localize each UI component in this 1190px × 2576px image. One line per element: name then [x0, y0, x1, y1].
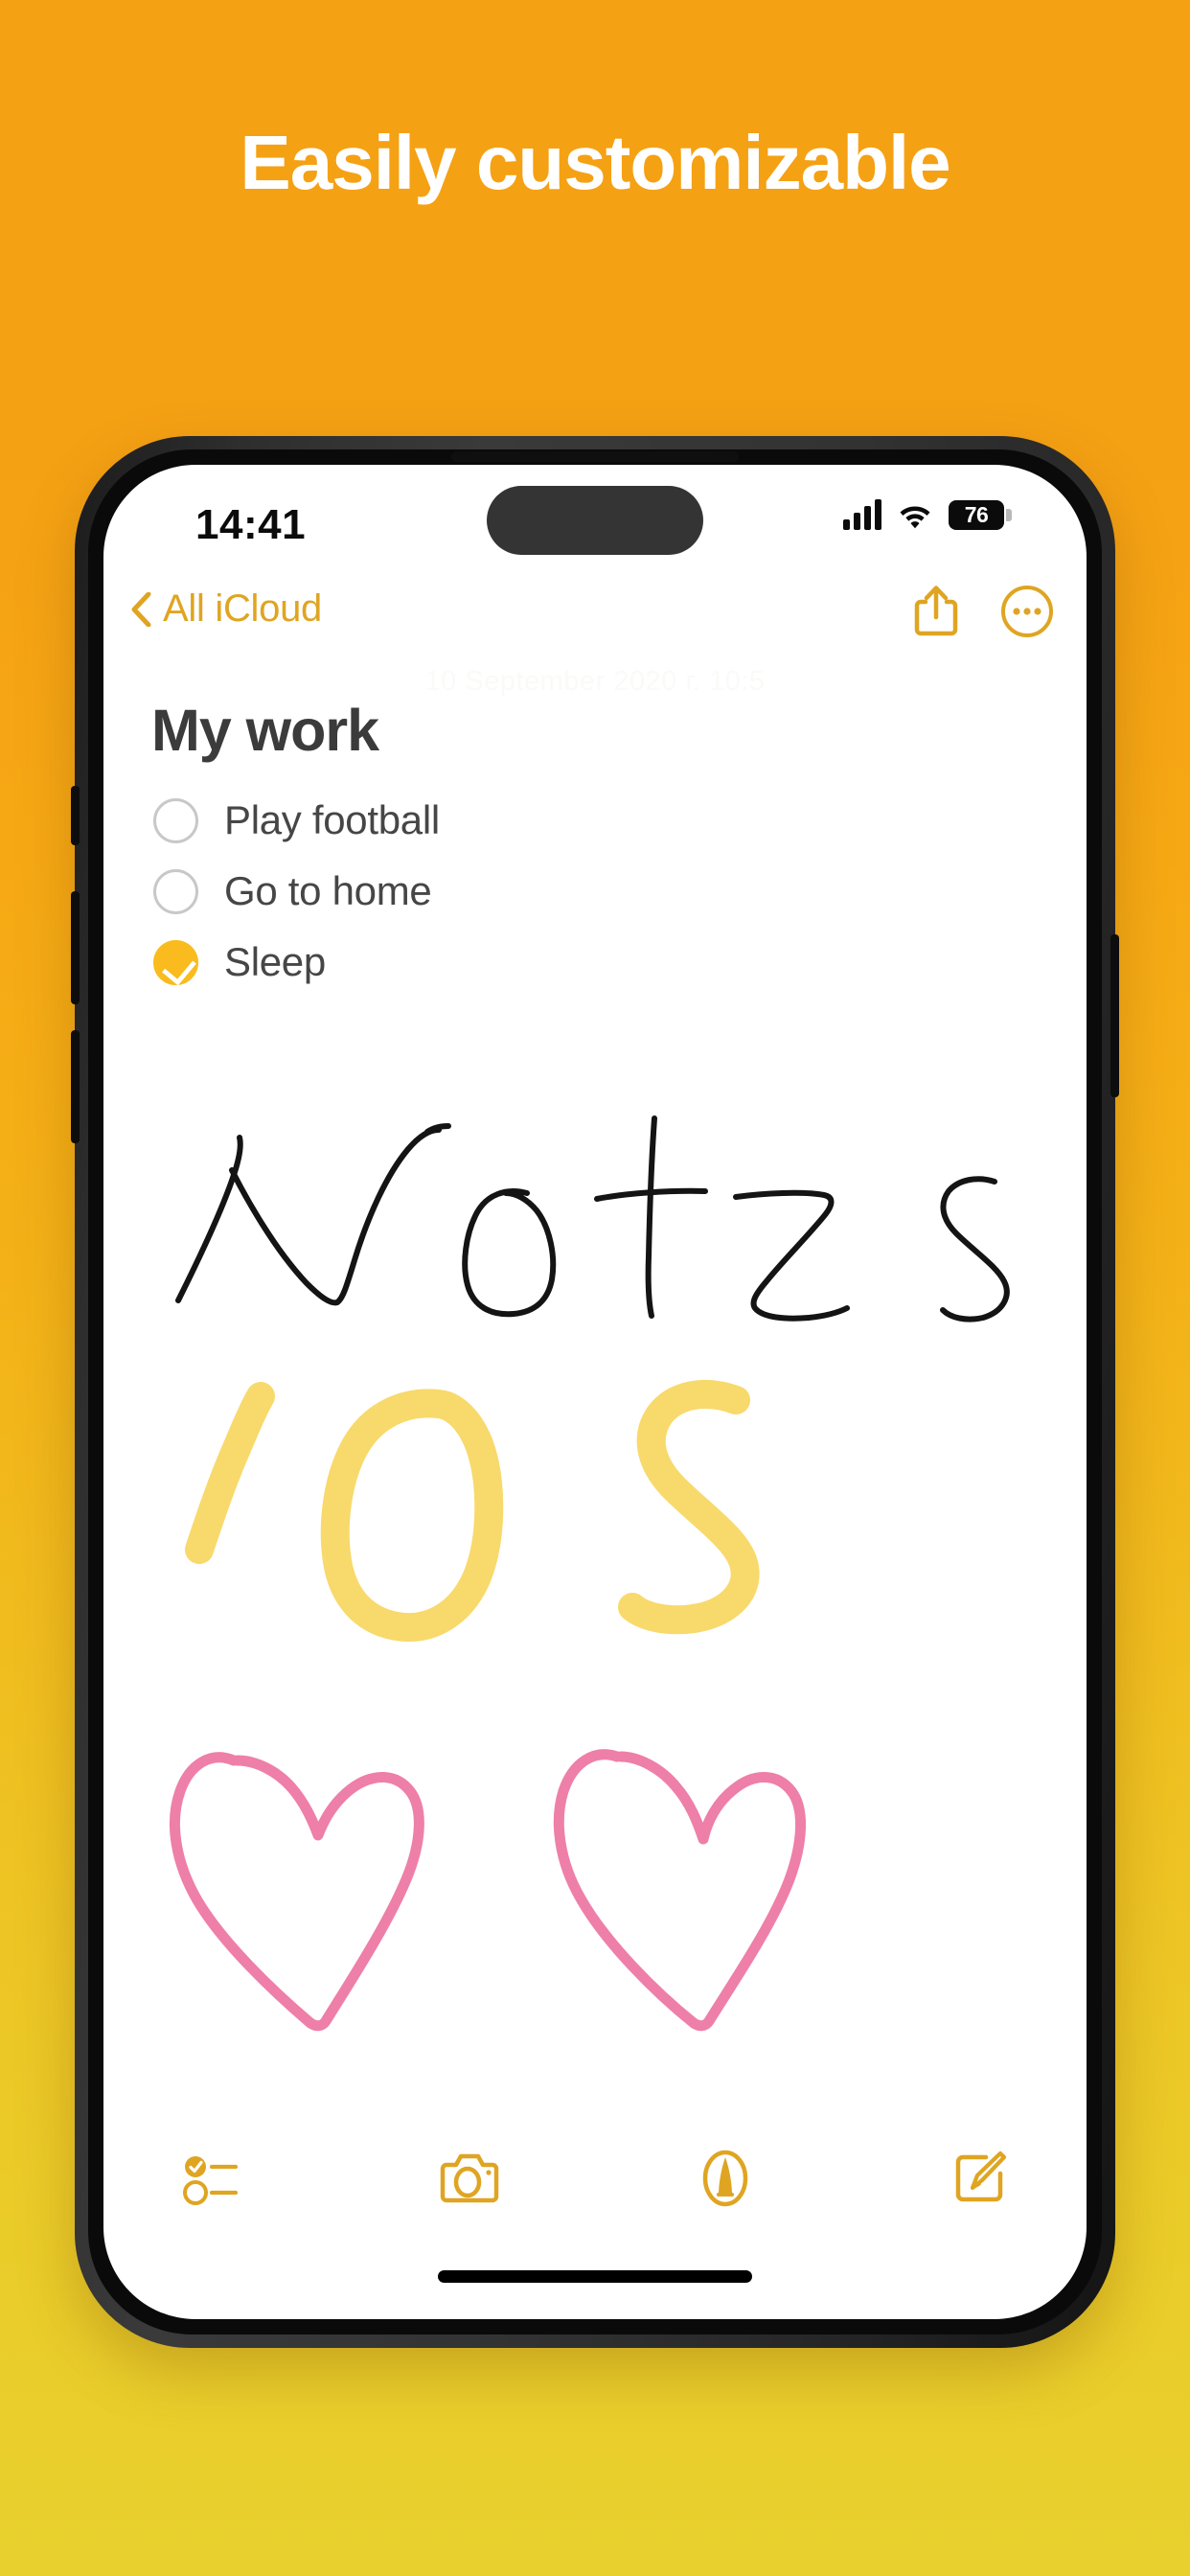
note-checklist: Play football Go to home Sleep	[153, 785, 1087, 998]
phone-mockup: 14:41 76 All iCloud 10 September 2020 г.…	[71, 436, 1119, 2348]
markup-pen-icon[interactable]	[698, 2149, 753, 2208]
battery-icon: 76	[949, 499, 1012, 530]
back-button-label: All iCloud	[163, 587, 322, 630]
earpiece-speaker-slit	[451, 451, 739, 462]
promo-headline: Easily customizable	[240, 120, 950, 205]
battery-level-text: 76	[964, 501, 989, 527]
checklist-row[interactable]: Go to home	[153, 856, 1087, 927]
back-button[interactable]: All iCloud	[130, 587, 322, 631]
chevron-left-icon	[131, 591, 151, 627]
handwritten-heart-right	[553, 1749, 806, 2032]
wifi-icon	[900, 506, 930, 529]
note-content: My work Play football Go to home Sleep	[103, 656, 1087, 998]
share-icon[interactable]	[912, 584, 960, 639]
more-circle-icon[interactable]	[1000, 585, 1054, 638]
checklist-item-label: Sleep	[224, 939, 326, 984]
note-title: My work	[151, 698, 379, 763]
handwritten-heart-left	[169, 1752, 424, 2032]
checkbox-unchecked-icon[interactable]	[153, 797, 198, 843]
checkbox-checked-icon[interactable]	[153, 939, 198, 985]
checklist-icon[interactable]	[182, 2150, 241, 2206]
nav-bar-actions	[912, 584, 1054, 639]
nav-bar: All iCloud	[103, 578, 1087, 656]
mute-switch-button[interactable]	[71, 786, 80, 845]
checklist-row[interactable]: Sleep	[153, 927, 1087, 998]
power-button[interactable]	[1110, 934, 1119, 1097]
checklist-item-label: Go to home	[224, 868, 432, 913]
handwritten-ios-text	[185, 1380, 760, 1642]
note-drawing-canvas	[103, 1078, 1087, 2113]
camera-icon[interactable]	[439, 2150, 500, 2206]
checklist-row[interactable]: Play football	[153, 785, 1087, 856]
home-indicator[interactable]	[438, 2270, 752, 2283]
volume-up-button[interactable]	[71, 891, 80, 1004]
dynamic-island	[487, 486, 703, 555]
volume-down-button[interactable]	[71, 1030, 80, 1143]
status-bar-time: 14:41	[195, 501, 307, 548]
handwritten-notes-text	[175, 1116, 1010, 1322]
status-bar: 14:41 76	[103, 465, 1087, 578]
status-bar-indicators: 76	[843, 499, 1012, 530]
bottom-toolbar	[103, 2126, 1087, 2231]
checklist-item-label: Play football	[224, 797, 440, 842]
compose-icon[interactable]	[950, 2150, 1008, 2207]
cellular-bars-icon	[843, 499, 881, 530]
checkbox-unchecked-icon[interactable]	[153, 868, 198, 914]
phone-screen: 14:41 76 All iCloud 10 September 2020 г.…	[103, 465, 1087, 2319]
